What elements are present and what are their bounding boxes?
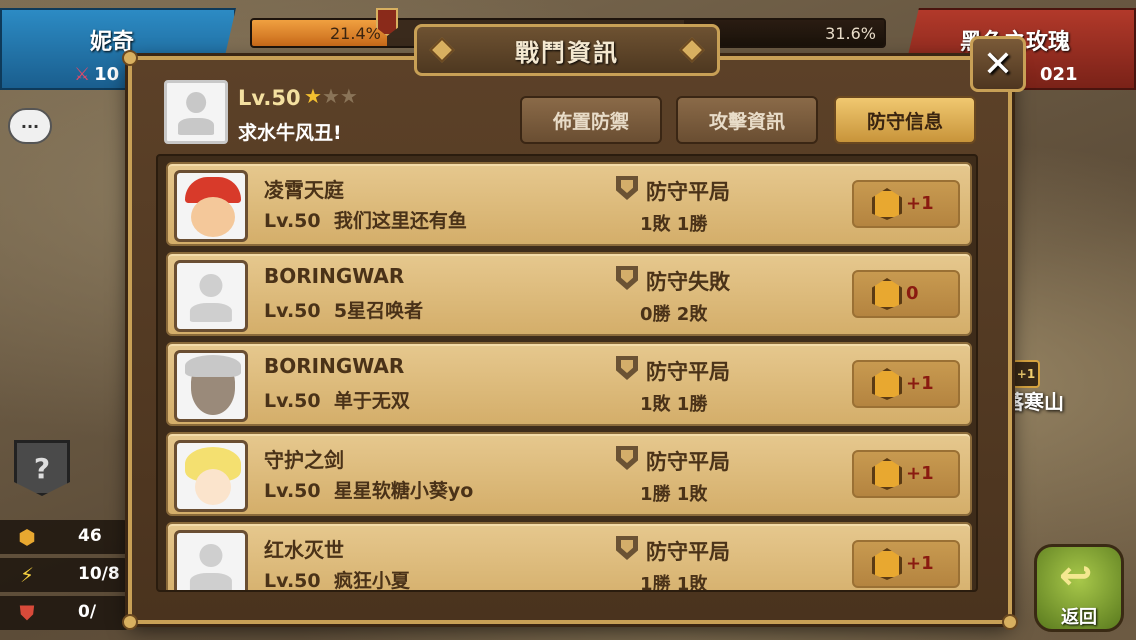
reward-value: 0 xyxy=(906,283,919,304)
opponent-avatar xyxy=(174,530,248,590)
player-avatar xyxy=(164,80,228,144)
crossed-swords-icon: ⚔ xyxy=(74,64,91,85)
player-stars: ★★★ xyxy=(304,84,358,108)
map-location-label[interactable]: 落寒山 xyxy=(1004,386,1064,415)
tab-defense-info[interactable]: 防守信息 xyxy=(834,96,976,144)
reward-badge: +1 xyxy=(852,540,960,588)
corner-rivet xyxy=(122,50,138,66)
opponent-info: Lv.50 星星软糖小葵yo xyxy=(264,480,474,502)
opponent-avatar xyxy=(174,350,248,422)
star-icon: ★ xyxy=(304,84,322,108)
diamond-icon xyxy=(429,37,455,63)
dialog-title: 戰鬥資訊 xyxy=(515,38,619,67)
defense-result: 防守平局 xyxy=(646,360,730,384)
resource-value: 10/8 xyxy=(78,564,120,584)
chat-button[interactable]: ··· xyxy=(8,108,52,144)
close-icon: ✕ xyxy=(982,43,1014,85)
medal-icon: ⬢ xyxy=(18,525,36,549)
back-arrow-icon: ↩ xyxy=(1059,553,1093,599)
corner-rivet xyxy=(1002,614,1018,630)
list-item[interactable]: 守护之剑 Lv.50 星星软糖小葵yo 防守平局 1勝 1敗 +1 xyxy=(166,432,972,516)
shield-icon xyxy=(616,176,638,200)
list-item[interactable]: BORINGWAR Lv.50 5星召唤者 防守失敗 0勝 2敗 0 xyxy=(166,252,972,336)
resource-row: ⚡ 10/8 xyxy=(0,558,140,592)
back-label: 返回 xyxy=(1061,607,1097,628)
resource-row: ⛊ 0/ xyxy=(0,596,140,630)
list-item[interactable]: BORINGWAR Lv.50 单于无双 防守平局 1敗 1勝 +1 xyxy=(166,342,972,426)
win-loss-record: 1勝 1敗 xyxy=(640,484,708,505)
shield-flag-icon: ⛊ xyxy=(19,601,35,625)
right-progress-value: 31.6% xyxy=(825,24,876,43)
defense-result: 防守平局 xyxy=(646,180,730,204)
list-item[interactable]: 红水灭世 Lv.50 疯狂小夏 防守平局 1勝 1敗 +1 xyxy=(166,522,972,592)
left-progress-value: 21.4% xyxy=(330,24,381,43)
diamond-icon xyxy=(679,37,705,63)
shield-icon xyxy=(616,446,638,470)
win-loss-record: 1敗 1勝 xyxy=(640,394,708,415)
map-reward-badge: +1 xyxy=(1012,360,1040,388)
list-item[interactable]: 凌霄天庭 Lv.50 我们这里还有鱼 防守平局 1敗 1勝 +1 xyxy=(166,162,972,246)
corner-rivet xyxy=(122,614,138,630)
opponent-info: Lv.50 我们这里还有鱼 xyxy=(264,210,467,232)
resource-row: ⬢ 46 xyxy=(0,520,140,554)
opponent-avatar xyxy=(174,170,248,242)
opponent-name: BORINGWAR xyxy=(264,354,405,378)
reward-badge: 0 xyxy=(852,270,960,318)
opponent-name: BORINGWAR xyxy=(264,264,405,288)
user-silhouette-icon xyxy=(167,83,225,141)
medal-icon xyxy=(872,278,902,310)
opponent-info: Lv.50 5星召唤者 xyxy=(264,300,424,322)
shield-icon xyxy=(616,536,638,560)
defense-result: 防守平局 xyxy=(646,450,730,474)
tab-defense-setup[interactable]: 佈置防禦 xyxy=(520,96,662,144)
star-icon: ★ xyxy=(321,84,340,108)
shield-icon xyxy=(616,266,638,290)
win-loss-record: 0勝 2敗 xyxy=(640,304,708,325)
close-button[interactable]: ✕ xyxy=(970,36,1026,92)
reward-value: +1 xyxy=(906,193,934,214)
defense-log-list[interactable]: 凌霄天庭 Lv.50 我们这里还有鱼 防守平局 1敗 1勝 +1 BORINGW… xyxy=(156,154,978,592)
shield-icon xyxy=(616,356,638,380)
right-team-score: 021 xyxy=(1040,64,1078,85)
reward-badge: +1 xyxy=(852,450,960,498)
player-name: 求水牛风丑! xyxy=(238,122,342,144)
reward-badge: +1 xyxy=(852,180,960,228)
lightning-icon: ⚡ xyxy=(19,563,35,587)
opponent-avatar xyxy=(174,440,248,512)
win-loss-record: 1勝 1敗 xyxy=(640,574,708,592)
opponent-name: 守护之剑 xyxy=(264,448,344,472)
star-icon: ★ xyxy=(339,84,358,108)
resource-value: 0/ xyxy=(78,602,97,622)
win-loss-record: 1敗 1勝 xyxy=(640,214,708,235)
user-silhouette-icon xyxy=(177,263,245,329)
opponent-name: 红水灭世 xyxy=(264,538,344,562)
reward-value: +1 xyxy=(906,463,934,484)
opponent-info: Lv.50 单于无双 xyxy=(264,390,410,412)
tab-attack-info[interactable]: 攻擊資訊 xyxy=(676,96,818,144)
player-level: Lv.50 xyxy=(238,86,301,110)
user-silhouette-icon xyxy=(177,533,245,590)
defense-result: 防守平局 xyxy=(646,540,730,564)
left-team-score: ⚔ 10 xyxy=(74,64,120,85)
opponent-info: Lv.50 疯狂小夏 xyxy=(264,570,410,592)
defense-result: 防守失敗 xyxy=(646,270,730,294)
medal-icon xyxy=(872,188,902,220)
reward-badge: +1 xyxy=(852,360,960,408)
opponent-avatar xyxy=(174,260,248,332)
medal-icon xyxy=(872,548,902,580)
dialog-title-plate: 戰鬥資訊 xyxy=(414,24,720,76)
medal-icon xyxy=(872,368,902,400)
medal-icon xyxy=(872,458,902,490)
resource-value: 46 xyxy=(78,526,102,546)
back-button[interactable]: ↩ 返回 xyxy=(1034,544,1124,632)
reward-value: +1 xyxy=(906,373,934,394)
reward-value: +1 xyxy=(906,553,934,574)
opponent-name: 凌霄天庭 xyxy=(264,178,344,202)
